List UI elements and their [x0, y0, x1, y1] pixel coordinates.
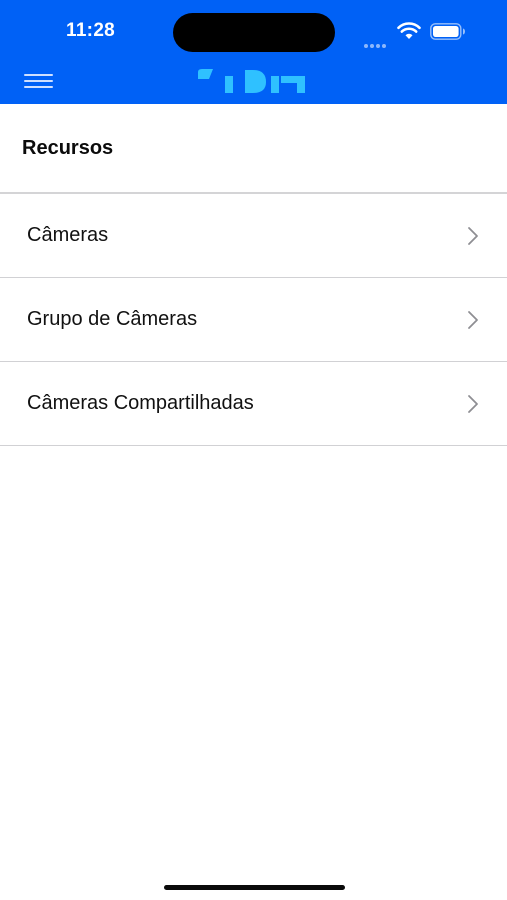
chevron-right-icon: [468, 227, 478, 245]
resource-list: Câmeras Grupo de Câmeras Câmeras Compart…: [0, 194, 507, 446]
hamburger-menu-icon[interactable]: [24, 72, 54, 90]
chevron-right-icon: [468, 311, 478, 329]
home-indicator[interactable]: [164, 885, 345, 890]
dynamic-island: [173, 13, 335, 52]
list-item-label: Câmeras: [27, 224, 109, 246]
list-item-label: Grupo de Câmeras: [27, 308, 198, 330]
list-item-shared-cameras[interactable]: Câmeras Compartilhadas: [0, 362, 507, 446]
list-item-camera-groups[interactable]: Grupo de Câmeras: [0, 278, 507, 362]
brand-logo: [198, 69, 305, 93]
battery-icon: [430, 23, 465, 40]
cellular-signal-icon: [364, 35, 390, 48]
section-title: Recursos: [22, 137, 114, 159]
app-header: 11:28: [0, 0, 507, 104]
status-time: 11:28: [66, 20, 116, 41]
list-item-label: Câmeras Compartilhadas: [27, 392, 254, 414]
chevron-right-icon: [468, 395, 478, 413]
list-item-cameras[interactable]: Câmeras: [0, 194, 507, 278]
wifi-icon: [397, 22, 421, 39]
